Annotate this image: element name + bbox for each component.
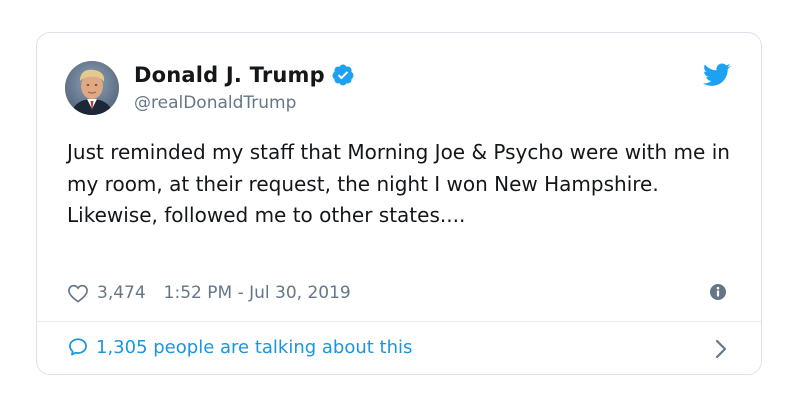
tweet-header: Donald J. Trump @realDonaldTrump bbox=[37, 33, 761, 133]
info-icon[interactable] bbox=[709, 283, 727, 301]
avatar-image bbox=[65, 61, 119, 115]
heart-icon[interactable] bbox=[67, 283, 89, 303]
chevron-right-icon[interactable] bbox=[715, 339, 727, 359]
reply-bubble-icon bbox=[67, 336, 89, 358]
author-name-row[interactable]: Donald J. Trump bbox=[134, 61, 355, 89]
tweet-meta-row: 3,474 1:52 PM - Jul 30, 2019 bbox=[67, 280, 351, 306]
tweet-card[interactable]: Donald J. Trump @realDonaldTrump Just re… bbox=[36, 32, 762, 375]
conversation-link-content[interactable]: 1,305 people are talking about this bbox=[67, 336, 412, 358]
tweet-timestamp[interactable]: 1:52 PM - Jul 30, 2019 bbox=[164, 283, 351, 303]
avatar[interactable] bbox=[65, 61, 119, 115]
conversation-link[interactable]: 1,305 people are talking about this bbox=[37, 322, 761, 375]
like-count[interactable]: 3,474 bbox=[97, 283, 146, 303]
author-handle[interactable]: @realDonaldTrump bbox=[134, 91, 296, 115]
author-display-name[interactable]: Donald J. Trump bbox=[134, 61, 325, 89]
twitter-bird-icon[interactable] bbox=[703, 63, 731, 87]
talking-count-label[interactable]: 1,305 people are talking about this bbox=[96, 337, 412, 358]
verified-badge-icon bbox=[331, 63, 355, 87]
tweet-text: Just reminded my staff that Morning Joe … bbox=[67, 140, 730, 227]
